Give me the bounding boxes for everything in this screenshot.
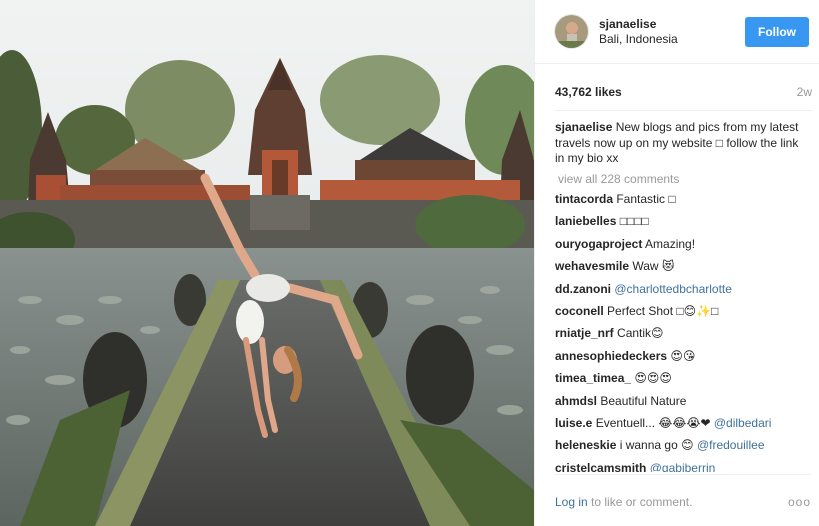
username-link[interactable]: sjanaelise: [599, 17, 745, 32]
comment-item: laniebelles □□□□: [555, 214, 811, 236]
profile-avatar[interactable]: [554, 14, 589, 49]
comment-username[interactable]: tintacorda: [555, 192, 613, 206]
comment-username[interactable]: wehavesmile: [555, 259, 629, 273]
follow-button[interactable]: Follow: [745, 16, 809, 47]
comment-item: timea_timea_ 😍😍😍: [555, 371, 811, 393]
comment-username[interactable]: timea_timea_: [555, 371, 631, 385]
post-window: sjanaelise Bali, Indonesia Follow 43,762…: [0, 0, 819, 526]
comment-rows: tintacorda Fantastic □ laniebelles □□□□ ou…: [555, 192, 811, 472]
comment-text: 😍😘: [667, 348, 696, 363]
login-prompt: Log in to like or comment.: [555, 495, 692, 509]
post-age[interactable]: 2w: [797, 85, 812, 99]
post-photo[interactable]: [0, 0, 534, 526]
post-stats: 43,762 likes 2w: [535, 64, 819, 99]
comment-username[interactable]: ahmdsl: [555, 394, 597, 408]
comment-text: □□□□: [616, 214, 649, 229]
view-all-comments-link[interactable]: view all 228 comments: [558, 172, 811, 188]
comment-item: tintacorda Fantastic □: [555, 192, 811, 214]
comment-item: wehavesmile Waw 😻: [555, 259, 811, 281]
comment-text: Fantastic □: [613, 192, 676, 206]
comment-username[interactable]: ouryogaproject: [555, 237, 642, 251]
more-options-icon[interactable]: ooo: [788, 495, 811, 509]
likes-count[interactable]: 43,762 likes: [555, 85, 622, 99]
post-owner: sjanaelise Bali, Indonesia: [599, 17, 745, 47]
comment-username[interactable]: rniatje_nrf: [555, 326, 614, 340]
comment-item: dd.zanoni @charlottedbcharlotte: [555, 282, 811, 304]
comment-text: Waw 😻: [629, 259, 675, 274]
comment-mention-link[interactable]: @charlottedbcharlotte: [614, 282, 732, 296]
comment-item: ahmdsl Beautiful Nature: [555, 394, 811, 416]
comment-username[interactable]: cristelcamsmith: [555, 461, 646, 472]
comment-username[interactable]: dd.zanoni: [555, 282, 611, 296]
temple-photo-illustration: [0, 0, 534, 526]
comment-text: Cantik😊: [613, 326, 664, 341]
comment-text: Perfect Shot □😊✨□: [603, 303, 719, 318]
post-header: sjanaelise Bali, Indonesia Follow: [535, 0, 819, 64]
comment-item: coconell Perfect Shot □😊✨□: [555, 304, 811, 326]
comment-username[interactable]: coconell: [555, 304, 604, 318]
location-link[interactable]: Bali, Indonesia: [599, 32, 745, 47]
comment-text: Amazing!: [642, 236, 696, 251]
post-caption: sjanaelise New blogs and pics from my la…: [555, 120, 811, 167]
divider: [555, 110, 812, 111]
caption-username[interactable]: sjanaelise: [555, 120, 612, 134]
login-link[interactable]: Log in: [555, 495, 588, 509]
comment-item: ouryogaproject Amazing!: [555, 237, 811, 259]
login-prompt-text: to like or comment.: [587, 495, 693, 509]
comment-text: i wanna go 😊: [616, 438, 697, 453]
comments-list[interactable]: sjanaelise New blogs and pics from my la…: [555, 120, 811, 472]
comment-username[interactable]: laniebelles: [555, 214, 616, 228]
comment-mention-link[interactable]: @fredouillee: [697, 438, 765, 452]
post-footer: Log in to like or comment. ooo: [555, 474, 811, 509]
comment-item: luise.e Eventuell... 😂😂😭❤ @dilbedari: [555, 416, 811, 438]
comment-username[interactable]: annesophiedeckers: [555, 349, 667, 363]
comment-text: 😍😍😍: [631, 371, 672, 386]
comment-username[interactable]: heleneskie: [555, 438, 616, 452]
comment-item: cristelcamsmith @gabiberrin: [555, 461, 811, 472]
avatar-image: [555, 15, 588, 48]
comment-item: annesophiedeckers 😍😘: [555, 349, 811, 371]
comment-item: heleneskie i wanna go 😊 @fredouillee: [555, 438, 811, 460]
comment-mention-link[interactable]: @gabiberrin: [650, 461, 716, 472]
comment-item: rniatje_nrf Cantik😊: [555, 326, 811, 348]
comment-text: Eventuell... 😂😂😭❤: [592, 415, 714, 430]
post-details-panel: sjanaelise Bali, Indonesia Follow 43,762…: [534, 0, 819, 526]
comment-username[interactable]: luise.e: [555, 416, 592, 430]
comment-text: Beautiful Nature: [597, 393, 687, 408]
comment-mention-link[interactable]: @dilbedari: [714, 416, 772, 430]
